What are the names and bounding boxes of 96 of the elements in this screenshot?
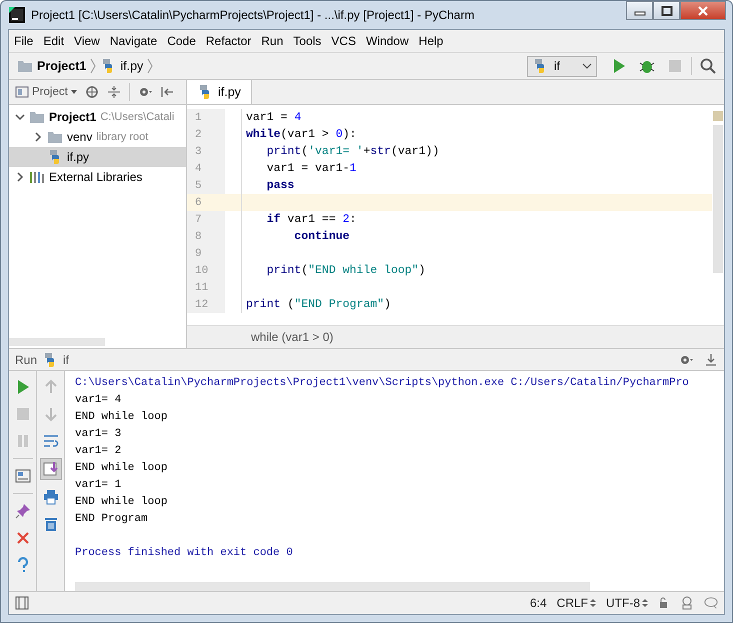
code-line: while(var1 > 0): [246,128,356,141]
dropdown-caret-icon [582,63,592,69]
code-line: if var1 == 2: [266,213,356,226]
up-down-icon [642,598,648,608]
menu-item[interactable]: View [69,34,105,48]
folder-icon [47,129,63,145]
folder-icon [17,58,33,74]
hide-panel-icon[interactable] [704,352,718,366]
line-number: 5 [187,177,225,194]
menu-item[interactable]: File [9,34,38,48]
search-icon[interactable] [700,58,716,74]
maximize-icon [660,6,672,16]
console-line: END while loop [75,495,168,510]
tree-label: Project1 [49,110,96,124]
console-line: END while loop [75,410,168,425]
tree-item[interactable]: if.py [9,147,186,167]
speech-bubble-icon[interactable] [704,596,718,610]
tree-hint: library root [96,131,148,143]
menu-item[interactable]: Edit [38,34,70,48]
line-number: 11 [187,279,225,296]
tree-label: if.py [67,150,90,164]
code-line: print('var1= '+str(var1)) [266,145,440,158]
breadcrumb-item[interactable]: Project1 [17,58,86,74]
breadcrumb-item[interactable]: if.py [100,58,144,74]
close-icon [697,6,709,16]
line-number: 10 [187,262,225,279]
code-line: var1 = var1-1 [266,162,356,175]
bug-icon[interactable] [639,58,655,74]
up-down-icon [590,598,596,608]
console-line: var1= 2 [75,444,122,459]
line-number: 9 [187,245,225,262]
editor-tab[interactable]: if.py [187,80,252,104]
code-line: var1 = 4 [246,111,302,124]
menu-item[interactable]: Window [360,34,414,48]
tree-hint: C:\Users\Catali [100,111,174,123]
window-title: Project1 [C:\Users\Catalin\PycharmProjects\Project1] - ...\if.py [Project1] - PyCharm [31,8,474,22]
run-config-tab[interactable]: if [63,352,70,366]
console-line: var1= 1 [75,478,122,493]
project-view-selector[interactable]: Project [15,85,77,99]
folder-icon [29,109,45,125]
menu-item[interactable]: VCS [326,34,361,48]
tree-label: External Libraries [49,170,142,184]
tree-item[interactable]: venv library root [9,127,186,147]
crosshair-icon[interactable] [84,85,99,99]
tree-item[interactable]: Project1 C:\Users\Catali [9,107,186,127]
code-line: continue [293,230,350,243]
run-configuration-dropdown[interactable]: if [527,56,597,76]
menu-item[interactable]: Help [414,34,448,48]
library-icon [29,169,45,185]
menu-item[interactable]: Tools [288,34,326,48]
panel-icon [15,85,29,99]
code-breadcrumb[interactable]: while (var1 > 0) [251,330,334,344]
close-button[interactable] [680,1,726,20]
settings-icon[interactable] [138,85,152,99]
collapse-all-icon[interactable] [106,85,121,99]
menu-item[interactable]: Code [162,34,201,48]
line-number: 4 [187,160,225,177]
scrollbar[interactable] [75,582,590,591]
hide-panel-icon[interactable] [160,85,174,99]
line-separator-selector[interactable]: CRLF [556,596,596,610]
line-number: 1 [187,109,225,126]
menu-item[interactable]: Run [256,34,288,48]
run-icon[interactable] [611,58,627,74]
dropdown-caret-icon [70,90,77,94]
console-line: Process finished with exit code 0 [75,546,294,561]
run-panel-title: Run [15,352,38,366]
chevron-icon [90,58,96,74]
code-line: pass [266,179,294,192]
menu-item[interactable]: Navigate [104,34,162,48]
line-number: 7 [187,211,225,228]
line-number: 3 [187,143,225,160]
code-line: print ("END Program") [246,298,391,311]
tool-windows-icon[interactable] [15,596,29,610]
encoding-selector[interactable]: UTF-8 [606,596,648,610]
inspector-icon[interactable] [680,596,694,610]
app-logo-icon [9,7,25,23]
line-number: 12 [187,296,225,313]
console-line: C:\Users\Catalin\PycharmProjects\Project1\venv\Scripts\python.exe C:/Users/Catalin/PycharmPro [75,376,690,391]
lock-icon[interactable] [658,597,670,609]
line-number: 2 [187,126,225,143]
console-line: END Program [75,512,149,527]
console-line: var1= 4 [75,393,122,408]
scrollbar[interactable] [9,338,105,346]
chevron-icon [147,58,154,74]
tree-item[interactable]: External Libraries [9,167,186,187]
console-line: var1= 3 [75,427,122,442]
line-number: 8 [187,228,225,245]
caret-position[interactable]: 6:4 [530,596,547,610]
minimize-button[interactable] [626,1,653,20]
tree-label: venv [67,130,92,144]
maximize-button[interactable] [653,1,680,20]
scrollbar[interactable] [713,125,723,273]
code-line: print("END while loop") [266,264,426,277]
menu-item[interactable]: Refactor [200,34,256,48]
scroll-to-end-icon[interactable] [40,458,62,480]
console-line: END while loop [75,461,168,476]
